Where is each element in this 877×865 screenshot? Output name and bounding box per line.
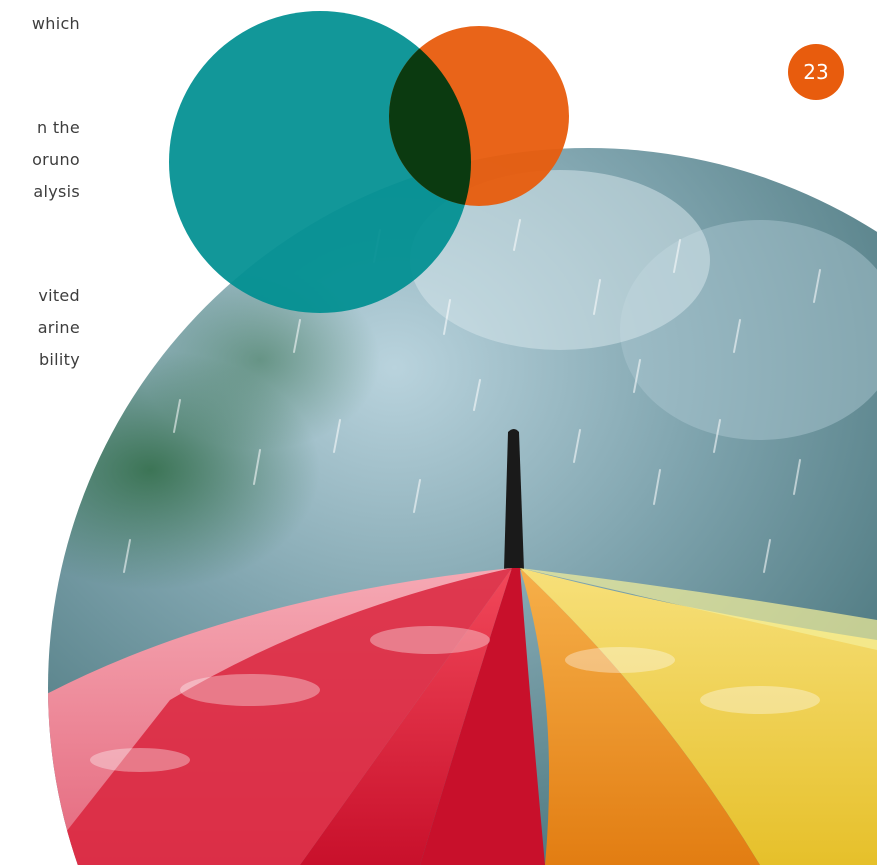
umbrella-rain-image <box>48 11 877 865</box>
page-number-badge: 23 <box>788 44 844 100</box>
